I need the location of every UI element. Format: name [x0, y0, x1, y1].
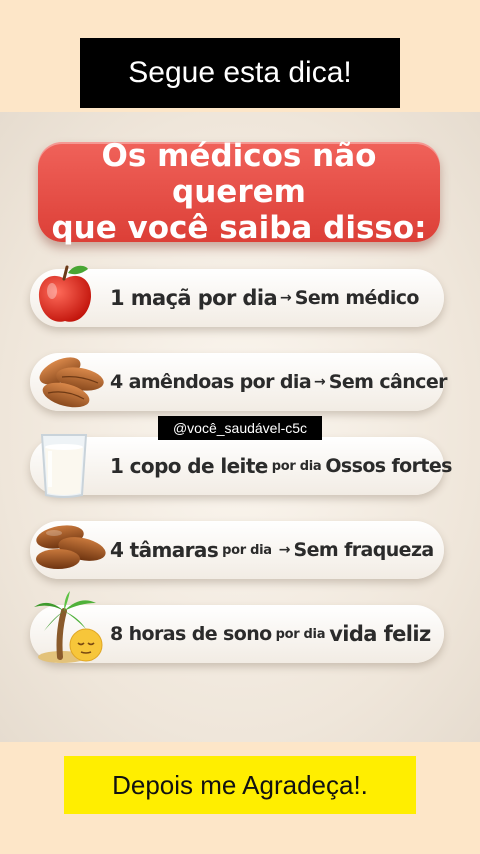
tip-part1: 4 amêndoas por dia — [110, 371, 312, 393]
arrow-icon: → — [280, 290, 292, 306]
top-banner-text: Segue esta dica! — [128, 56, 352, 89]
watermark-text: @você_saudável-c5c — [172, 420, 308, 436]
tip-small: por dia — [222, 542, 272, 558]
tip-part2: Sem médico — [294, 287, 420, 309]
tip-part1: 4 tâmaras — [110, 538, 219, 562]
tip-text: 4 amêndoas por dia → Sem câncer — [110, 353, 448, 411]
arrow-icon: → — [278, 542, 291, 558]
tip-part1: 8 horas de sono — [110, 623, 272, 645]
tip-text: 1 copo de leite por dia Ossos fortes — [110, 437, 452, 495]
almonds-icon — [39, 357, 104, 408]
tip-row-almonds: 4 amêndoas por dia → Sem câncer — [30, 353, 448, 411]
watermark: @você_saudável-c5c — [158, 416, 322, 440]
headline: Os médicos não querem que você saiba dis… — [38, 138, 440, 246]
tip-text: 4 tâmaras por dia → Sem fraqueza — [110, 521, 434, 579]
tip-part2: vida feliz — [329, 622, 431, 646]
palm-tree-icon — [34, 591, 103, 663]
tip-text: 1 maçã por dia → Sem médico — [110, 269, 434, 327]
tip-row-sleep: 8 horas de sono por dia vida feliz — [30, 591, 444, 663]
tip-part2: Sem câncer — [328, 371, 448, 393]
tip-row-dates: 4 tâmaras por dia → Sem fraqueza — [30, 521, 444, 579]
tip-row-apple: 1 maçã por dia → Sem médico — [30, 265, 444, 327]
tip-part1: 1 maçã por dia — [110, 286, 278, 310]
tip-part2: Ossos fortes — [325, 455, 452, 477]
headline-line2: que você saiba disso: — [51, 210, 427, 246]
apple-icon — [38, 265, 92, 322]
dates-icon — [36, 525, 106, 569]
tip-small: por dia — [275, 626, 326, 642]
headline-line1: Os médicos não querem — [101, 138, 377, 210]
top-banner: Segue esta dica! — [80, 38, 400, 108]
bottom-banner-text: Depois me Agradeça!. — [112, 769, 368, 800]
tip-part2: Sem fraqueza — [293, 539, 434, 561]
milk-glass-icon — [40, 434, 88, 498]
tip-part1: 1 copo de leite — [110, 454, 268, 478]
tip-text: 8 horas de sono por dia vida feliz — [110, 605, 434, 663]
tip-row-milk: 1 copo de leite por dia Ossos fortes — [30, 434, 452, 498]
arrow-icon: → — [314, 374, 326, 390]
tip-small: por dia — [271, 458, 322, 474]
bottom-banner: Depois me Agradeça!. — [64, 756, 416, 814]
